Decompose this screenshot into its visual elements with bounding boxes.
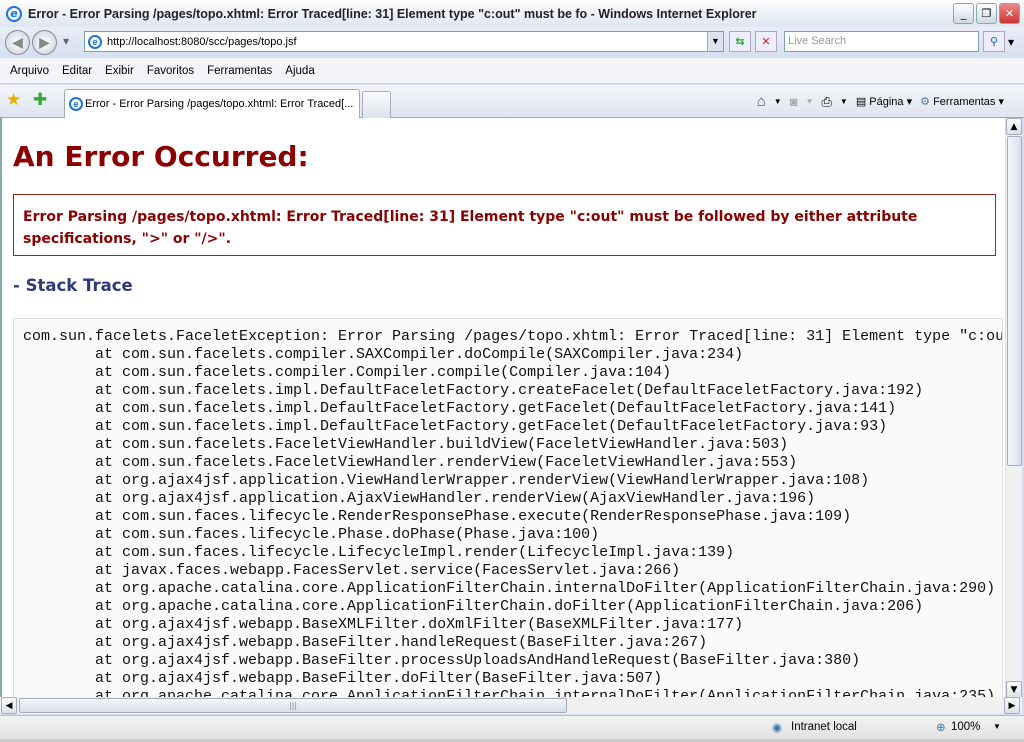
stack-trace-line: at org.apache.catalina.core.ApplicationF…	[23, 580, 996, 597]
forward-button[interactable]: ▶	[32, 30, 57, 55]
horizontal-scrollbar[interactable]: ◀ ||| ▶	[0, 697, 1022, 714]
status-bar: ◉ Intranet local ⊕ 100% ▼	[0, 715, 1024, 739]
stack-trace-line: at org.ajax4jsf.webapp.BaseFilter.proces…	[23, 652, 861, 669]
scroll-left-icon[interactable]: ◀	[1, 697, 17, 714]
add-favorite-icon[interactable]: ✚	[33, 90, 47, 110]
scroll-down-icon[interactable]: ▼	[1006, 681, 1022, 698]
tools-menu-label: Ferramentas	[933, 96, 996, 108]
intranet-globe-icon: ◉	[772, 722, 783, 734]
title-bar: e Error - Error Parsing /pages/topo.xhtm…	[0, 0, 1024, 27]
stack-trace-line: at com.sun.facelets.impl.DefaultFaceletF…	[23, 382, 924, 399]
stack-trace-line: at org.ajax4jsf.webapp.BaseFilter.handle…	[23, 634, 708, 651]
scroll-right-icon[interactable]: ▶	[1004, 697, 1020, 714]
stack-trace-line: at com.sun.faces.lifecycle.RenderRespons…	[23, 508, 852, 525]
minimize-button[interactable]: _	[953, 3, 974, 24]
menu-ajuda[interactable]: Ajuda	[285, 65, 314, 77]
tools-menu[interactable]: ⚙ Ferramentas ▾	[920, 95, 1004, 108]
stack-trace-line: at org.apache.catalina.core.ApplicationF…	[23, 598, 924, 615]
back-button[interactable]: ◀	[5, 30, 30, 55]
stop-button[interactable]: ✕	[755, 31, 777, 52]
tab-bar: ★ ✚ e Error - Error Parsing /pages/topo.…	[0, 85, 1024, 118]
close-button[interactable]: ✕	[999, 3, 1020, 24]
stack-trace-line: at com.sun.faces.lifecycle.LifecycleImpl…	[23, 544, 735, 561]
ie-logo-icon: e	[6, 5, 22, 22]
menu-editar[interactable]: Editar	[62, 65, 92, 77]
address-bar[interactable]: e http://localhost:8080/scc/pages/topo.j…	[84, 31, 724, 52]
feeds-icon[interactable]: ◙	[790, 94, 798, 109]
stack-trace-line: com.sun.facelets.FaceletException: Error…	[23, 328, 1003, 345]
page-icon: e	[88, 34, 102, 49]
print-icon[interactable]: ⎙	[822, 94, 832, 110]
stack-trace-line: at com.sun.facelets.compiler.Compiler.co…	[23, 364, 672, 381]
address-input[interactable]: http://localhost:8080/scc/pages/topo.jsf	[107, 36, 297, 48]
stack-trace-line: at com.sun.facelets.FaceletViewHandler.b…	[23, 436, 789, 453]
refresh-button[interactable]: ⇆	[729, 31, 751, 52]
menu-bar: Arquivo Editar Exibir Favoritos Ferramen…	[0, 58, 1024, 84]
error-message: Error Parsing /pages/topo.xhtml: Error T…	[13, 194, 996, 256]
stack-trace-line: at org.ajax4jsf.webapp.BaseFilter.doFilt…	[23, 670, 663, 687]
restore-button[interactable]: ❐	[976, 3, 997, 24]
security-zone: Intranet local	[791, 721, 857, 733]
zoom-icon: ⊕	[936, 722, 946, 734]
favorites-star-icon[interactable]: ★	[6, 90, 21, 110]
search-options-icon[interactable]: ▼	[1008, 38, 1014, 47]
window-title: Error - Error Parsing /pages/topo.xhtml:…	[28, 6, 757, 21]
home-icon[interactable]: ⌂	[757, 93, 766, 110]
navigation-bar: ◀ ▶ ▼ e http://localhost:8080/scc/pages/…	[0, 27, 1024, 58]
stack-trace-line: at org.ajax4jsf.webapp.BaseXMLFilter.doX…	[23, 616, 744, 633]
search-input[interactable]: Live Search	[784, 31, 979, 52]
page-content: An Error Occurred: Error Parsing /pages/…	[0, 118, 1005, 698]
gear-icon: ⚙	[920, 96, 930, 108]
tab-ie-icon: e	[69, 97, 83, 111]
vertical-scrollbar[interactable]: ▲ ▼	[1005, 118, 1022, 698]
search-icon[interactable]: ⚲	[983, 31, 1005, 52]
stack-trace-line: at com.sun.facelets.compiler.SAXCompiler…	[23, 346, 744, 363]
tab-label: Error - Error Parsing /pages/topo.xhtml:…	[85, 98, 354, 110]
menu-favoritos[interactable]: Favoritos	[147, 65, 194, 77]
stack-trace-line: at com.sun.facelets.impl.DefaultFaceletF…	[23, 400, 897, 417]
stack-trace-line: at org.ajax4jsf.application.ViewHandlerW…	[23, 472, 870, 489]
menu-arquivo[interactable]: Arquivo	[10, 65, 49, 77]
zoom-level[interactable]: 100%	[951, 721, 980, 733]
menu-ferramentas[interactable]: Ferramentas	[207, 65, 272, 77]
vertical-scroll-thumb[interactable]	[1007, 136, 1022, 466]
stack-trace-line: at com.sun.facelets.FaceletViewHandler.r…	[23, 454, 798, 471]
stack-trace-toggle[interactable]: - Stack Trace	[13, 276, 133, 295]
page-title: An Error Occurred:	[13, 140, 309, 173]
scroll-up-icon[interactable]: ▲	[1006, 118, 1022, 135]
new-tab-button[interactable]	[362, 91, 391, 118]
page-menu-label: Página	[869, 96, 904, 108]
address-dropdown-icon[interactable]: ▼	[707, 32, 723, 51]
stack-trace: com.sun.facelets.FaceletException: Error…	[13, 318, 1003, 698]
stack-trace-line: at org.ajax4jsf.application.AjaxViewHand…	[23, 490, 816, 507]
stack-trace-line: at com.sun.facelets.impl.DefaultFaceletF…	[23, 418, 888, 435]
tab-active[interactable]: e Error - Error Parsing /pages/topo.xhtm…	[64, 89, 360, 118]
menu-exibir[interactable]: Exibir	[105, 65, 134, 77]
zoom-dropdown-icon[interactable]: ▼	[993, 722, 1001, 731]
stack-trace-line: at javax.faces.webapp.FacesServlet.servi…	[23, 562, 681, 579]
page-menu[interactable]: ▤ Página ▾	[856, 95, 912, 108]
stack-trace-line: at com.sun.faces.lifecycle.Phase.doPhase…	[23, 526, 600, 543]
history-dropdown-icon[interactable]: ▼	[63, 37, 69, 46]
horizontal-scroll-thumb[interactable]: |||	[19, 698, 567, 713]
